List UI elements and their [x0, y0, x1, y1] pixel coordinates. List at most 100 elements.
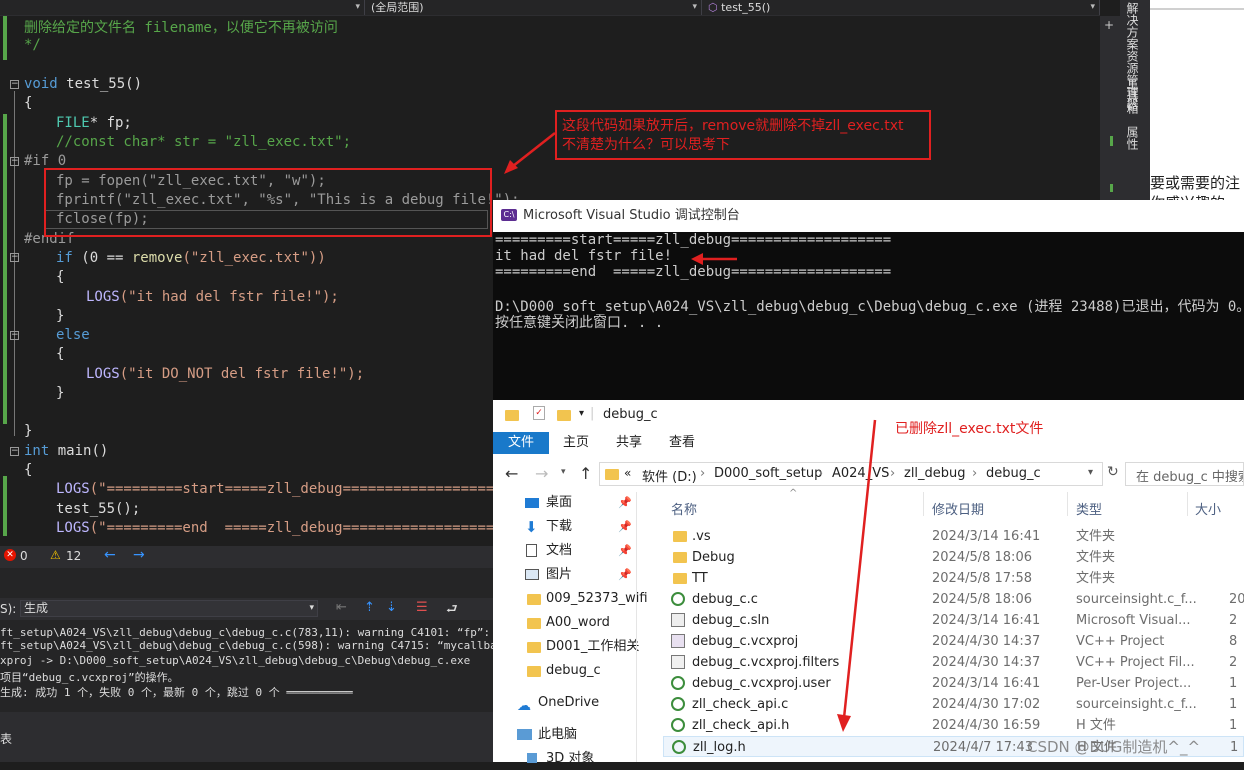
back-icon[interactable]: ←	[505, 464, 518, 483]
file-name: debug_c.vcxproj.user	[692, 676, 831, 691]
next-message-icon[interactable]: ⇣	[386, 600, 397, 615]
properties-tab[interactable]: 属性	[1124, 126, 1141, 150]
folder-icon	[673, 552, 687, 563]
tab-file[interactable]: 文件	[493, 432, 549, 454]
file-explorer-window[interactable]: ✓ ▾ | debug_c 文件 主页 共享 查看 ← → ▾ ↑ « 软件 (…	[493, 400, 1244, 766]
fold-toggle[interactable]: −	[10, 447, 19, 456]
chevron-down-icon[interactable]: ▾	[1088, 467, 1093, 478]
file-date: 2024/5/8 18:06	[932, 550, 1032, 565]
breadcrumb-overflow[interactable]: «	[624, 466, 631, 480]
file-row[interactable]: .vs 2024/3/14 16:41 文件夹	[663, 526, 1244, 547]
forward-icon[interactable]: →	[535, 464, 548, 483]
code-preprocessor: #if 0	[24, 153, 67, 169]
new-folder-icon[interactable]	[557, 410, 571, 421]
tab-home[interactable]: 主页	[563, 432, 589, 454]
nav-item-folder[interactable]: 009_52373_wifi	[493, 588, 648, 610]
breadcrumb-separator: ›	[700, 466, 706, 481]
refresh-icon[interactable]: ↻	[1107, 464, 1119, 480]
column-header-name[interactable]: 名称	[671, 499, 697, 518]
nav-item-onedrive[interactable]: ☁ OneDrive	[493, 692, 638, 714]
arrow-right-icon[interactable]: →	[133, 547, 145, 563]
project-combo[interactable]: ▾	[0, 0, 365, 15]
file-name: debug_c.c	[692, 592, 758, 607]
toolbox-tab[interactable]: 工具箱	[1124, 78, 1141, 114]
pin-icon[interactable]: 📌	[618, 564, 632, 586]
scope-combo[interactable]: (全局范围) ▾	[365, 0, 702, 15]
code-comment: //const char* str = "zll_exec.txt";	[56, 134, 352, 150]
file-date: 2024/4/30 17:02	[932, 697, 1041, 712]
title-separator: |	[590, 406, 595, 421]
file-row[interactable]: Debug 2024/5/8 18:06 文件夹	[663, 547, 1244, 568]
tab-view[interactable]: 查看	[669, 432, 695, 454]
fold-toggle[interactable]: −	[10, 80, 19, 89]
file-row[interactable]: debug_c.sln 2024/3/14 16:41 Microsoft Visu…	[663, 610, 1244, 631]
nav-item-downloads[interactable]: ⬇ 下载 📌	[493, 516, 638, 538]
annotation-arrow	[504, 132, 556, 174]
file-row[interactable]: debug_c.c 2024/5/8 18:06 sourceinsight.c_f…	[663, 589, 1244, 610]
recent-dropdown-icon[interactable]: ▾	[561, 467, 566, 477]
file-type: Per-User Project...	[1076, 676, 1192, 691]
breadcrumb-item[interactable]: 软件 (D:)	[642, 466, 697, 485]
output-source-select[interactable]: 生成 ▾	[20, 600, 318, 617]
chevron-down-icon: ▾	[355, 2, 360, 12]
fold-toggle[interactable]: −	[10, 253, 19, 262]
customize-toolbar-icon[interactable]: ▾	[579, 408, 584, 419]
file-row[interactable]: zll_check_api.h 2024/4/30 16:59 H 文件 1	[663, 715, 1244, 736]
properties-icon[interactable]: ✓	[533, 406, 545, 420]
nav-item-desktop[interactable]: 桌面 📌	[493, 492, 638, 514]
fold-toggle[interactable]: −	[10, 331, 19, 340]
code-text: {	[24, 95, 33, 111]
file-date: 2024/5/8 18:06	[932, 592, 1032, 607]
folder-icon	[505, 410, 519, 421]
file-type: 文件夹	[1076, 550, 1116, 565]
bottom-tab-label[interactable]: 表	[0, 730, 12, 747]
debug-console-window[interactable]: C:\ Microsoft Visual Studio 调试控制台 ======…	[493, 200, 1244, 400]
goto-icon[interactable]: ⇤	[336, 600, 347, 615]
nav-item-documents[interactable]: 文档 📌	[493, 540, 638, 562]
nav-item-folder[interactable]: D001_工作相关	[493, 636, 639, 658]
plus-icon[interactable]: +	[1104, 18, 1114, 32]
annotation-box: 这段代码如果放开后，remove就删除不掉zll_exec.txt 不清楚为什么…	[555, 110, 931, 160]
warning-icon[interactable]: ⚠	[50, 548, 61, 562]
breadcrumb-item[interactable]: debug_c	[986, 466, 1041, 481]
code-text: test_55()	[57, 76, 143, 92]
clear-all-icon[interactable]: ☰	[416, 600, 428, 615]
output-line: ft_setup\A024_VS\zll_debug\debug_c\debug…	[0, 639, 524, 652]
arrow-left-icon[interactable]: ←	[104, 547, 116, 563]
up-icon[interactable]: ↑	[579, 464, 592, 483]
code-text: * fp;	[89, 115, 132, 131]
word-wrap-icon[interactable]: ⮐	[446, 600, 458, 622]
pin-icon[interactable]: 📌	[618, 492, 632, 514]
code-text: }	[24, 423, 33, 439]
code-string: ("=========end =====zll_debug===========…	[89, 520, 529, 536]
header-file-icon	[672, 740, 686, 754]
desktop-icon	[525, 498, 539, 508]
nav-item-3d-objects[interactable]: 3D 对象	[493, 748, 638, 770]
pin-icon[interactable]: 📌	[618, 516, 632, 538]
column-header-type[interactable]: 类型	[1076, 499, 1102, 518]
breadcrumb-item[interactable]: zll_debug	[904, 466, 966, 481]
nav-item-pictures[interactable]: 图片 📌	[493, 564, 638, 586]
tab-share[interactable]: 共享	[616, 432, 642, 454]
file-type: 文件夹	[1076, 571, 1116, 586]
column-header-date[interactable]: 修改日期	[932, 499, 984, 518]
file-row[interactable]: debug_c.vcxproj.filters 2024/4/30 14:37 VC…	[663, 652, 1244, 673]
pin-icon[interactable]: 📌	[618, 540, 632, 562]
file-row[interactable]: debug_c.vcxproj 2024/4/30 14:37 VC++ Proje…	[663, 631, 1244, 652]
error-icon[interactable]: ✕	[4, 549, 16, 561]
file-name: zll_check_api.h	[692, 718, 790, 733]
breadcrumb-item[interactable]: D000_soft_setup	[714, 466, 822, 481]
prev-message-icon[interactable]: ⇡	[364, 600, 375, 615]
file-row[interactable]: debug_c.vcxproj.user 2024/3/14 16:41 Per-U…	[663, 673, 1244, 694]
search-box[interactable]: 在 debug_c 中搜索	[1125, 462, 1244, 486]
nav-item-this-pc[interactable]: 此电脑	[493, 724, 638, 746]
function-combo[interactable]: ⬡ test_55() ▾	[702, 0, 1100, 15]
file-row[interactable]: TT 2024/5/8 17:58 文件夹	[663, 568, 1244, 589]
fold-toggle[interactable]: −	[10, 157, 19, 166]
function-icon: ⬡	[708, 1, 722, 14]
file-row[interactable]: zll_check_api.c 2024/4/30 17:02 sourceinsi…	[663, 694, 1244, 715]
nav-item-folder[interactable]: A00_word	[493, 612, 638, 634]
column-header-size[interactable]: 大小	[1195, 499, 1221, 518]
nav-item-folder[interactable]: debug_c	[493, 660, 638, 682]
file-name: Debug	[692, 550, 735, 565]
